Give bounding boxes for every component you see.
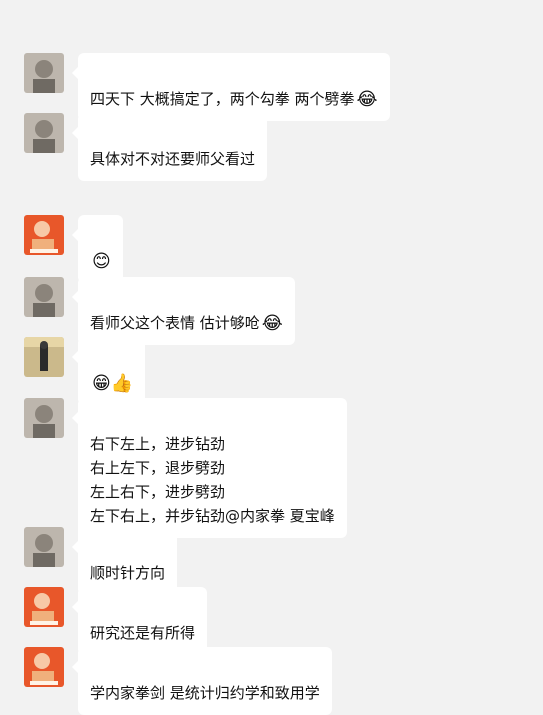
message-bubble[interactable]: 四天下 大概搞定了，两个勾拳 两个劈拳 😂 [72,53,390,121]
message-bubble[interactable]: 😁👍 [71,337,146,405]
message-text: 右下左上，进步钻劲 右上左下，退步劈劲 左上右下，进步劈劲 左下右上，并步钻劲@… [90,435,335,525]
message-text: 学内家拳剑 是统计归约学和致用学 [90,684,320,702]
message-bubble[interactable]: 看师父这个表情 估计够呛 😂 [72,277,295,345]
avatar[interactable] [24,527,64,567]
message-bubble[interactable]: 研究还是有所得 [71,587,208,655]
message-text: 四天下 大概搞定了，两个勾拳 两个劈拳 [90,90,355,108]
avatar[interactable] [24,647,64,687]
message-row: 具体对不对还要师父看过 [24,113,268,181]
avatar-person-image [24,113,64,153]
message-row: 右下左上，进步钻劲 右上左下，退步劈劲 左上右下，进步劈劲 左下右上，并步钻劲@… [24,398,347,538]
avatar[interactable] [24,277,64,317]
message-row: 四天下 大概搞定了，两个勾拳 两个劈拳 😂 [24,53,390,121]
message-bubble[interactable]: 顺时针方向 [71,527,178,595]
grin-thumbs-up-emoji-icon: 😁👍 [92,372,134,394]
laughing-tears-emoji-icon: 😂 [356,88,378,110]
avatar-standing-person-image [24,337,64,377]
message-text: 顺时针方向 [90,564,166,582]
avatar-person-image [24,527,64,567]
message-bubble[interactable]: 右下左上，进步钻劲 右上左下，退步劈劲 左上右下，进步劈劲 左下右上，并步钻劲@… [72,398,347,538]
message-bubble[interactable]: 😊 [72,215,123,283]
avatar[interactable] [24,587,64,627]
avatar-orange-image [24,215,64,255]
message-text: 研究还是有所得 [90,624,196,642]
message-row: 😊 [24,215,123,283]
message-text: 具体对不对还要师父看过 [90,150,256,168]
message-bubble[interactable]: 具体对不对还要师父看过 [71,113,268,181]
avatar-orange-image [24,647,64,687]
avatar-person-image [24,53,64,93]
message-row: 😁👍 [24,337,146,405]
avatar[interactable] [24,337,64,377]
message-text: 看师父这个表情 估计够呛 [90,314,260,332]
chat-history: 四天下 大概搞定了，两个勾拳 两个劈拳 😂 具体对不对还要师父看过 😊 看师父这… [0,0,543,715]
message-row: 顺时针方向 [24,527,178,595]
avatar[interactable] [24,215,64,255]
avatar[interactable] [24,113,64,153]
avatar[interactable] [24,53,64,93]
message-row: 研究还是有所得 [24,587,208,655]
message-row: 看师父这个表情 估计够呛 😂 [24,277,295,345]
laughing-tears-emoji-icon: 😂 [261,312,283,334]
avatar[interactable] [24,398,64,438]
smile-emoji-icon: 😊 [92,250,111,272]
avatar-orange-image [24,587,64,627]
avatar-person-image [24,398,64,438]
avatar-person-image [24,277,64,317]
